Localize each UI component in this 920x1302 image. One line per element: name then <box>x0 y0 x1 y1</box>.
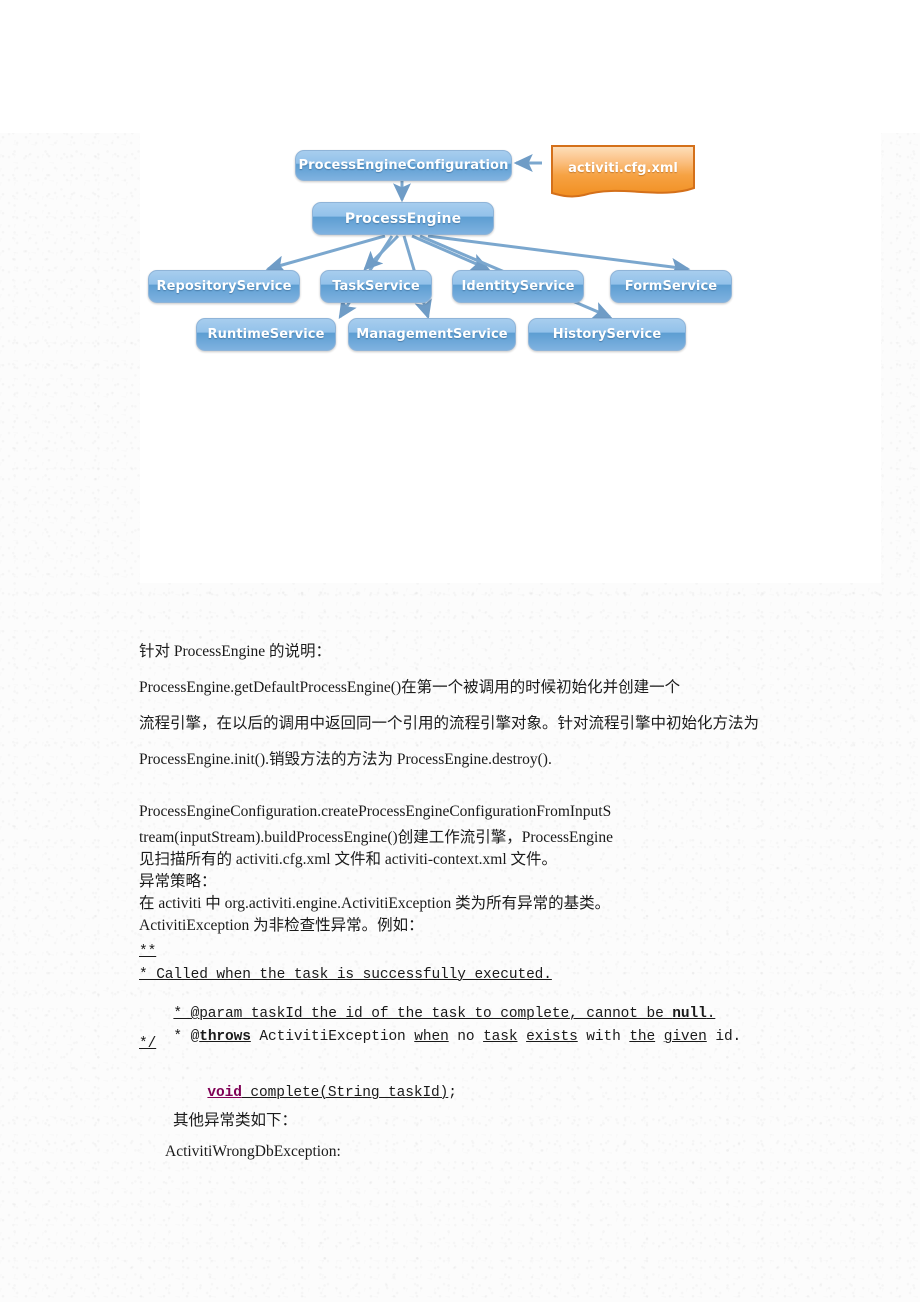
node-label: HistoryService <box>552 327 662 342</box>
diagram-node-history-service[interactable]: HistoryService <box>528 318 686 351</box>
code-method-complete: complete(String taskId) <box>241 1085 449 1101</box>
paragraph-line-6: tream(inputStream).buildProcessEngine()创… <box>139 829 613 846</box>
node-label: TaskService <box>332 279 420 294</box>
paragraph-line-10: ActivitiException 为非检查性异常。例如： <box>139 917 424 934</box>
code-text: ; <box>448 1085 457 1101</box>
node-label: ManagementService <box>356 327 508 342</box>
paragraph-line-4: ProcessEngine.init().销毁方法的方法为 ProcessEng… <box>139 751 552 768</box>
code-line-throws: * @throws ActivitiException when no task… <box>139 1013 741 1061</box>
code-word-given: given <box>663 1029 707 1045</box>
code-text: no <box>448 1029 484 1045</box>
code-text: * @ <box>173 1029 200 1045</box>
diagram-node-repository-service[interactable]: RepositoryService <box>148 270 300 303</box>
diagram-node-form-service[interactable]: FormService <box>610 270 732 303</box>
paragraph-line-1: 针对 ProcessEngine 的说明： <box>139 643 332 660</box>
node-label: FormService <box>624 279 718 294</box>
activiti-architecture-diagram: ProcessEngineConfiguration activiti.cfg. <box>140 133 740 373</box>
code-word-the: the <box>629 1029 656 1045</box>
paragraph-line-2: ProcessEngine.getDefaultProcessEngine()在… <box>139 679 681 696</box>
node-label: RepositoryService <box>156 279 292 294</box>
paragraph-line-8: 异常策略： <box>139 873 217 890</box>
node-label: RuntimeService <box>207 327 325 342</box>
diagram-node-identity-service[interactable]: IdentityService <box>452 270 584 303</box>
diagram-node-management-service[interactable]: ManagementService <box>348 318 516 351</box>
code-line-comment-end: */ <box>139 1036 157 1052</box>
diagram-node-process-engine[interactable]: ProcessEngine <box>312 202 494 235</box>
paragraph-line-5: ProcessEngineConfiguration.createProcess… <box>139 803 612 820</box>
code-word-task: task <box>483 1029 518 1045</box>
code-text: with <box>577 1029 630 1045</box>
code-word-exists: exists <box>526 1029 578 1045</box>
code-keyword-throws: throws <box>199 1029 251 1045</box>
paragraph-line-7: 见扫描所有的 activiti.cfg.xml 文件和 activiti-con… <box>139 851 558 868</box>
figure-image-block: ProcessEngineConfiguration activiti.cfg. <box>140 133 881 583</box>
code-line-called-when: * Called when the task is successfully e… <box>139 967 552 983</box>
code-text: ActivitiException <box>250 1029 415 1045</box>
node-label: IdentityService <box>461 279 575 294</box>
node-label: ProcessEngine <box>344 210 462 227</box>
document-page: ProcessEngineConfiguration activiti.cfg. <box>0 0 920 1302</box>
paragraph-line-12: ActivitiWrongDbException: <box>165 1143 341 1160</box>
diagram-node-task-service[interactable]: TaskService <box>320 270 432 303</box>
paragraph-line-11: 其他异常类如下： <box>173 1112 298 1129</box>
node-label: activiti.cfg.xml <box>568 161 678 176</box>
diagram-node-runtime-service[interactable]: RuntimeService <box>196 318 336 351</box>
paragraph-line-3: 流程引擎，在以后的调用中返回同一个引用的流程引擎对象。针对流程引擎中初始化方法为 <box>139 715 760 732</box>
page-top-margin <box>0 0 920 133</box>
paragraph-line-9: 在 activiti 中 org.activiti.engine.Activit… <box>139 895 611 912</box>
code-text: id. <box>706 1029 742 1045</box>
code-line-comment-start: ** <box>139 944 157 960</box>
diagram-node-activiti-cfg-xml[interactable]: activiti.cfg.xml <box>550 144 696 199</box>
diagram-node-process-engine-configuration[interactable]: ProcessEngineConfiguration <box>295 150 512 181</box>
code-keyword-void: void <box>207 1085 242 1101</box>
code-word-when: when <box>414 1029 449 1045</box>
node-label: ProcessEngineConfiguration <box>298 158 509 173</box>
